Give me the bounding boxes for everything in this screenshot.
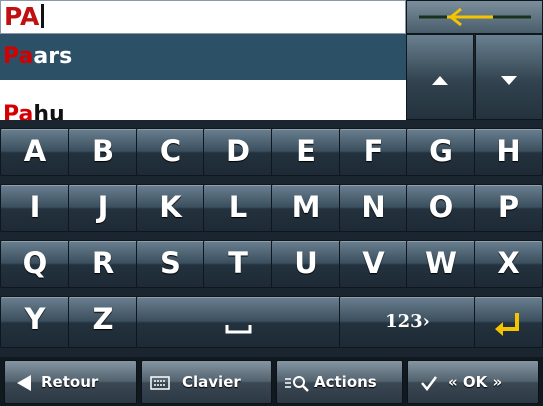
enter-key[interactable] [474,296,543,348]
result-rest: ars [33,44,73,69]
key-m[interactable]: M [271,184,341,232]
keyboard-button[interactable]: Clavier [141,360,272,404]
result-match: Pa [3,44,34,69]
key-q[interactable]: Q [0,240,70,288]
checkmark-icon [421,375,437,391]
result-match: Pa [3,102,34,120]
key-z[interactable]: Z [68,296,138,348]
result-item-selected[interactable]: Paars [0,34,406,80]
key-f[interactable]: F [339,128,408,176]
back-button[interactable]: Retour [4,360,137,404]
actions-label: Actions [314,373,377,391]
key-d[interactable]: D [203,128,273,176]
key-b[interactable]: B [68,128,138,176]
numeric-keys-button[interactable]: 123› [339,296,476,348]
result-rest: hu [33,102,65,120]
key-i[interactable]: I [0,184,70,232]
key-u[interactable]: U [271,240,341,288]
key-n[interactable]: N [339,184,408,232]
text-caret [41,4,45,28]
key-a[interactable]: A [0,128,70,176]
key-e[interactable]: E [271,128,341,176]
key-v[interactable]: V [339,240,408,288]
key-p[interactable]: P [474,184,543,232]
key-h[interactable]: H [474,128,543,176]
scroll-up-button[interactable] [406,34,474,120]
key-k[interactable]: K [136,184,205,232]
ok-label: « OK » [448,373,503,391]
actions-button[interactable]: Actions [276,360,403,404]
scroll-up-icon [432,76,448,85]
actions-magnifier-icon [285,375,309,392]
scroll-down-icon [501,76,517,85]
ok-button[interactable]: « OK » [407,360,539,404]
backspace-arrow-icon [419,7,531,27]
keyboard-icon [150,375,170,390]
key-c[interactable]: C [136,128,205,176]
search-input[interactable]: PA [0,0,406,34]
key-y[interactable]: Y [0,296,70,348]
space-icon [225,325,252,334]
key-r[interactable]: R [68,240,138,288]
key-j[interactable]: J [68,184,138,232]
back-label: Retour [41,373,99,391]
key-o[interactable]: O [406,184,476,232]
enter-icon [495,313,519,336]
key-w[interactable]: W [406,240,476,288]
space-key[interactable] [136,296,341,348]
key-l[interactable]: L [203,184,273,232]
result-item[interactable]: Pahu [0,80,406,120]
backspace-button[interactable] [406,0,543,34]
back-triangle-icon [17,374,31,391]
search-input-text: PA [4,2,40,31]
key-s[interactable]: S [136,240,205,288]
key-t[interactable]: T [203,240,273,288]
keyboard-label: Clavier [182,373,241,391]
key-g[interactable]: G [406,128,476,176]
scroll-down-button[interactable] [475,34,543,120]
key-x[interactable]: X [474,240,543,288]
